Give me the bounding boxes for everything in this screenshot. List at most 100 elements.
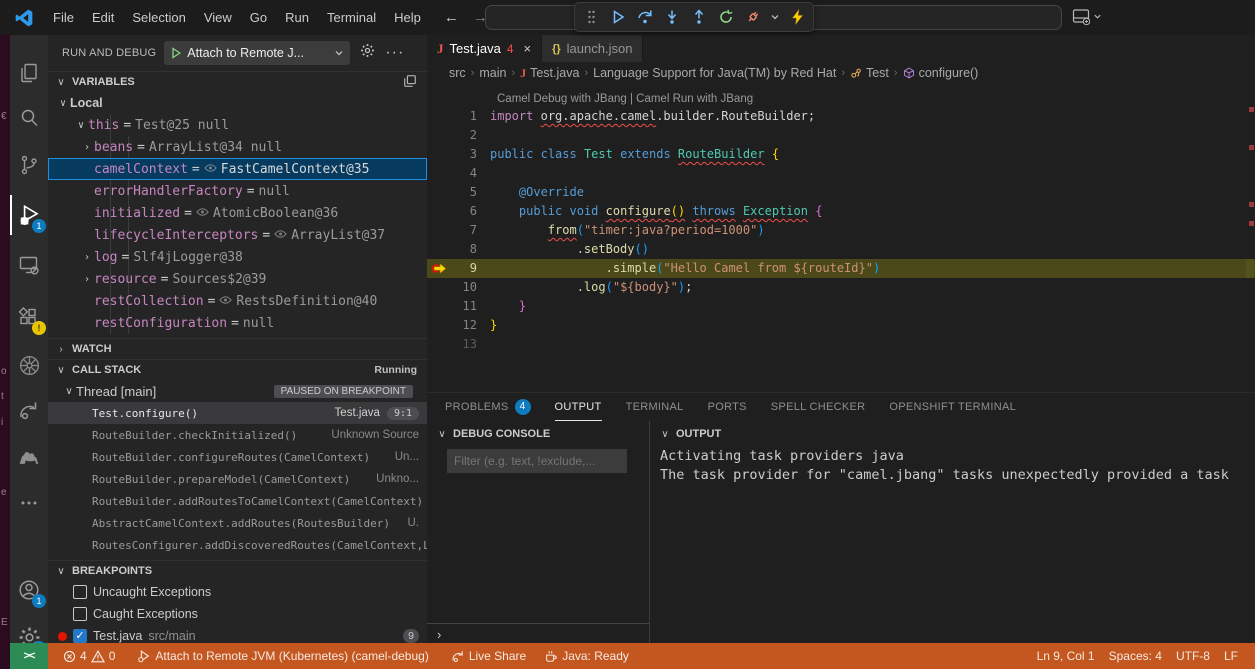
step-over-icon[interactable]: [635, 7, 655, 27]
variable-row[interactable]: ›log=Slf4jLogger@38: [48, 246, 427, 268]
menu-go[interactable]: Go: [241, 0, 276, 35]
activity-run-and-debug-icon[interactable]: 1: [10, 195, 48, 235]
stack-frame-row[interactable]: RouteBuilder.configureRoutes(CamelContex…: [48, 446, 427, 468]
code-line-4[interactable]: 4: [427, 164, 1255, 183]
debug-target-status[interactable]: Attach to Remote JVM (Kubernetes) (camel…: [130, 643, 435, 669]
indentation-status[interactable]: Spaces: 4: [1102, 643, 1169, 669]
breadcrumb-item[interactable]: JTest.java: [520, 66, 579, 81]
activity-source-control-icon[interactable]: [10, 145, 48, 185]
activity-more-icon[interactable]: [10, 483, 48, 523]
breakpoint-checkbox[interactable]: [73, 585, 87, 599]
activity-search-icon[interactable]: [10, 98, 48, 138]
code-line-10[interactable]: 10 .log("${body}");: [427, 278, 1255, 297]
disconnect-chevron-icon[interactable]: [770, 10, 780, 25]
code-area[interactable]: 1import org.apache.camel.builder.RouteBu…: [427, 107, 1255, 354]
breadcrumb-item[interactable]: main: [479, 66, 506, 80]
menu-help[interactable]: Help: [385, 0, 430, 35]
output-header[interactable]: ∨OUTPUT: [650, 421, 1255, 447]
breakpoint-row[interactable]: ✓Test.javasrc/main9: [48, 625, 427, 643]
stack-frame-row[interactable]: AbstractCamelContext.addRoutes(RoutesBui…: [48, 512, 427, 534]
variable-row[interactable]: restCollection=RestsDefinition@40: [48, 290, 427, 312]
code-line-9[interactable]: 9 .simple("Hello Camel from ${routeId}"): [427, 259, 1255, 278]
live-share-status[interactable]: Live Share: [444, 643, 533, 669]
remote-indicator[interactable]: ><: [10, 643, 48, 669]
code-line-7[interactable]: 7 from("timer:java?period=1000"): [427, 221, 1255, 240]
collapse-all-icon[interactable]: [403, 74, 417, 91]
call-stack-section-header[interactable]: ∨CALL STACK Running: [48, 359, 427, 380]
variables-section-header[interactable]: ∨VARIABLES: [48, 71, 427, 92]
code-line-5[interactable]: 5 @Override: [427, 183, 1255, 202]
variable-row[interactable]: ›resource=Sources$2@39: [48, 268, 427, 290]
lazy-eval-eye-icon[interactable]: [204, 162, 217, 177]
stack-frame-row[interactable]: RouteBuilder.addRoutesToCamelContext(Cam…: [48, 490, 427, 512]
variable-row[interactable]: ›beans=ArrayList@34 null: [48, 136, 427, 158]
disconnect-icon[interactable]: [743, 7, 763, 27]
code-line-2[interactable]: 2: [427, 126, 1255, 145]
activity-account-icon[interactable]: 1: [10, 570, 48, 610]
activity-kubernetes-icon[interactable]: [10, 345, 48, 385]
stack-frame-row[interactable]: RouteBuilder.checkInitialized()Unknown S…: [48, 424, 427, 446]
code-line-12[interactable]: 12}: [427, 316, 1255, 335]
breadcrumb-item[interactable]: src: [449, 66, 466, 80]
debug-settings-gear-icon[interactable]: [360, 43, 375, 63]
stack-frame-row[interactable]: RoutesConfigurer.addDiscoveredRoutes(Cam…: [48, 534, 427, 556]
stack-frame-row[interactable]: Test.configure()Test.java9:1: [48, 402, 427, 424]
breakpoints-section-header[interactable]: ∨BREAKPOINTS: [48, 560, 427, 581]
codelens-actions[interactable]: Camel Debug with JBang | Camel Run with …: [427, 84, 1255, 107]
chevron-down-icon[interactable]: [334, 48, 344, 58]
activity-extensions-icon[interactable]: !: [10, 297, 48, 337]
layout-customize-button[interactable]: [1072, 7, 1102, 25]
code-line-3[interactable]: 3public class Test extends RouteBuilder …: [427, 145, 1255, 164]
menu-file[interactable]: File: [44, 0, 83, 35]
step-out-icon[interactable]: [689, 7, 709, 27]
variable-row[interactable]: initialized=AtomicBoolean@36: [48, 202, 427, 224]
breadcrumb-item[interactable]: Test: [850, 66, 889, 80]
tab-close-icon[interactable]: ×: [524, 41, 532, 56]
menu-terminal[interactable]: Terminal: [318, 0, 385, 35]
menu-edit[interactable]: Edit: [83, 0, 123, 35]
cursor-position[interactable]: Ln 9, Col 1: [1030, 643, 1102, 669]
lazy-eval-eye-icon[interactable]: [196, 206, 209, 221]
lightning-icon[interactable]: [787, 7, 807, 27]
breadcrumb[interactable]: src›main›JTest.java›Language Support for…: [427, 62, 1255, 84]
code-line-11[interactable]: 11 }: [427, 297, 1255, 316]
restart-icon[interactable]: [716, 7, 736, 27]
eol-status[interactable]: LF: [1217, 643, 1245, 669]
variable-row[interactable]: errorHandlerFactory=null: [48, 180, 427, 202]
breadcrumb-item[interactable]: configure(): [903, 66, 979, 80]
start-debug-icon[interactable]: [170, 47, 182, 59]
tab-launch-json[interactable]: {}launch.json: [542, 35, 643, 62]
watch-section-header[interactable]: ›WATCH: [48, 338, 427, 359]
lazy-eval-eye-icon[interactable]: [219, 294, 232, 309]
variable-row[interactable]: lifecycleInterceptors=ArrayList@37: [48, 224, 427, 246]
code-line-1[interactable]: 1import org.apache.camel.builder.RouteBu…: [427, 107, 1255, 126]
breakpoint-checkbox[interactable]: ✓: [73, 629, 87, 643]
breakpoint-row[interactable]: Uncaught Exceptions: [48, 581, 427, 603]
menu-selection[interactable]: Selection: [123, 0, 194, 35]
step-into-icon[interactable]: [662, 7, 682, 27]
activity-camel-icon[interactable]: [10, 435, 48, 475]
toolbar-grip[interactable]: [581, 7, 601, 27]
debug-console-prompt[interactable]: ›: [427, 623, 649, 644]
continue-icon[interactable]: [608, 7, 628, 27]
variable-row[interactable]: restConfiguration=null: [48, 312, 427, 334]
panel-tab-output[interactable]: OUTPUT: [555, 393, 602, 421]
debug-console-header[interactable]: ∨DEBUG CONSOLE: [427, 421, 649, 447]
debug-console-filter-input[interactable]: [447, 449, 627, 473]
activity-explorer-icon[interactable]: [10, 53, 48, 93]
activity-live-share-icon[interactable]: [10, 390, 48, 430]
problems-status[interactable]: 4 0: [56, 643, 122, 669]
panel-tab-openshift-terminal[interactable]: OPENSHIFT TERMINAL: [889, 393, 1016, 421]
panel-tab-problems[interactable]: PROBLEMS4: [445, 393, 531, 421]
breakpoint-row[interactable]: Caught Exceptions: [48, 603, 427, 625]
breadcrumb-item[interactable]: Language Support for Java(TM) by Red Hat: [593, 66, 836, 80]
menu-run[interactable]: Run: [276, 0, 318, 35]
expand-chevron-icon[interactable]: ›: [80, 274, 94, 285]
breakpoint-checkbox[interactable]: [73, 607, 87, 621]
thread-row[interactable]: ∨ Thread [main] PAUSED ON BREAKPOINT: [48, 380, 427, 402]
expand-chevron-icon[interactable]: ∨: [56, 98, 70, 109]
code-line-8[interactable]: 8 .setBody(): [427, 240, 1255, 259]
code-line-13[interactable]: 13: [427, 335, 1255, 354]
menu-view[interactable]: View: [195, 0, 241, 35]
code-line-6[interactable]: 6 public void configure() throws Excepti…: [427, 202, 1255, 221]
